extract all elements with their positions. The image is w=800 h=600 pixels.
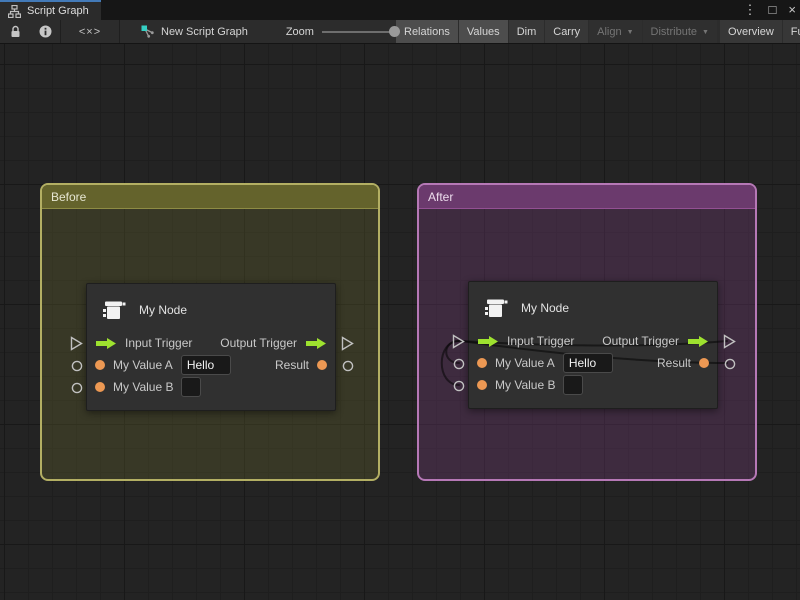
group-before-header[interactable]: Before xyxy=(42,185,378,209)
info-icon xyxy=(39,25,52,38)
zoom-slider[interactable] xyxy=(322,20,400,44)
port-label: My Value A xyxy=(495,356,555,370)
window-menu-icon[interactable]: ⋮ xyxy=(744,0,757,20)
chevron-down-icon: ▼ xyxy=(702,29,709,36)
new-script-graph-label: New Script Graph xyxy=(161,26,248,38)
graph-wire-icon xyxy=(140,24,155,39)
distribute-label: Distribute xyxy=(651,26,697,38)
align-label: Align xyxy=(597,26,621,38)
result-port[interactable]: Result xyxy=(657,356,709,370)
info-button[interactable] xyxy=(30,20,60,43)
unit-node-icon xyxy=(483,295,509,321)
value-b-input[interactable] xyxy=(181,377,201,397)
node-title: My Node xyxy=(139,303,187,317)
graph-toolbar: <×> New Script Graph Zoom 1x Relations V… xyxy=(0,20,800,44)
my-node-before[interactable]: My Node Input Trigger Output Trigger xyxy=(86,283,336,411)
value-a-port[interactable]: My Value A xyxy=(477,353,613,373)
port-label: Result xyxy=(657,356,691,370)
flow-arrow-icon xyxy=(305,337,327,350)
tab-title: Script Graph xyxy=(27,5,89,17)
value-b-port[interactable]: My Value B xyxy=(95,377,201,397)
port-label: My Value B xyxy=(495,378,555,392)
flow-handle-icon[interactable] xyxy=(452,334,465,349)
value-handle-icon[interactable] xyxy=(71,382,83,394)
value-port-dot-icon xyxy=(699,358,709,368)
group-after-title: After xyxy=(428,190,453,204)
group-before-title: Before xyxy=(51,190,86,204)
tab-script-graph[interactable]: Script Graph xyxy=(0,0,101,20)
align-dropdown[interactable]: Align ▼ xyxy=(589,20,641,44)
value-handle-icon[interactable] xyxy=(71,360,83,372)
port-label: Input Trigger xyxy=(125,336,192,350)
unit-node-icon xyxy=(101,297,127,323)
flow-arrow-icon xyxy=(477,335,499,348)
value-handle-icon[interactable] xyxy=(453,380,465,392)
distribute-dropdown[interactable]: Distribute ▼ xyxy=(643,20,717,44)
my-node-after[interactable]: My Node Input Trigger Output Trigger xyxy=(468,281,718,409)
values-toggle[interactable]: Values xyxy=(459,20,508,44)
value-port-dot-icon xyxy=(477,380,487,390)
code-toggle-button[interactable]: <×> xyxy=(61,20,119,43)
script-graph-window: Script Graph ⋮ □ × <×> xyxy=(0,0,800,600)
value-a-input[interactable] xyxy=(181,355,231,375)
zoom-slider-handle[interactable] xyxy=(389,26,400,37)
value-port-dot-icon xyxy=(95,360,105,370)
flow-handle-icon[interactable] xyxy=(723,334,736,349)
flow-handle-icon[interactable] xyxy=(341,336,354,351)
flow-arrow-icon xyxy=(687,335,709,348)
value-handle-icon[interactable] xyxy=(453,358,465,370)
window-close-icon[interactable]: × xyxy=(788,0,796,20)
flow-arrow-icon xyxy=(95,337,117,350)
output-trigger-port[interactable]: Output Trigger xyxy=(220,336,327,350)
graph-canvas[interactable]: Before My Node xyxy=(0,44,800,600)
relations-toggle[interactable]: Relations xyxy=(396,20,458,44)
flow-handle-icon[interactable] xyxy=(70,336,83,351)
lock-button[interactable] xyxy=(0,20,30,43)
dim-toggle[interactable]: Dim xyxy=(509,20,545,44)
tab-bar: Script Graph ⋮ □ × xyxy=(0,0,800,20)
port-label: Result xyxy=(275,358,309,372)
group-before[interactable]: Before My Node xyxy=(40,183,380,481)
port-label: My Value B xyxy=(113,380,173,394)
value-handle-icon[interactable] xyxy=(724,358,736,370)
value-port-dot-icon xyxy=(477,358,487,368)
zoom-label: Zoom xyxy=(286,26,314,38)
value-b-port[interactable]: My Value B xyxy=(477,375,583,395)
script-graph-tab-icon xyxy=(8,5,21,18)
group-after-header[interactable]: After xyxy=(419,185,755,209)
port-label: Output Trigger xyxy=(220,336,297,350)
input-trigger-port[interactable]: Input Trigger xyxy=(477,334,574,348)
input-trigger-port[interactable]: Input Trigger xyxy=(95,336,192,350)
fullscreen-button[interactable]: Full Screen xyxy=(783,20,800,44)
result-port[interactable]: Result xyxy=(275,358,327,372)
lock-icon xyxy=(10,25,21,38)
overview-button[interactable]: Overview xyxy=(720,20,782,44)
node-title: My Node xyxy=(521,301,569,315)
value-handle-icon[interactable] xyxy=(342,360,354,372)
toolbar-separator xyxy=(119,20,120,43)
output-trigger-port[interactable]: Output Trigger xyxy=(602,334,709,348)
value-port-dot-icon xyxy=(317,360,327,370)
carry-toggle[interactable]: Carry xyxy=(545,20,588,44)
value-a-input[interactable] xyxy=(563,353,613,373)
port-label: Output Trigger xyxy=(602,334,679,348)
value-b-input[interactable] xyxy=(563,375,583,395)
chevron-down-icon: ▼ xyxy=(627,29,634,36)
port-label: My Value A xyxy=(113,358,173,372)
zoom-slider-track xyxy=(322,31,390,33)
value-port-dot-icon xyxy=(95,382,105,392)
group-after[interactable]: After xyxy=(417,183,757,481)
value-a-port[interactable]: My Value A xyxy=(95,355,231,375)
window-maximize-icon[interactable]: □ xyxy=(769,0,777,20)
new-script-graph-button[interactable]: New Script Graph xyxy=(130,20,258,43)
port-label: Input Trigger xyxy=(507,334,574,348)
